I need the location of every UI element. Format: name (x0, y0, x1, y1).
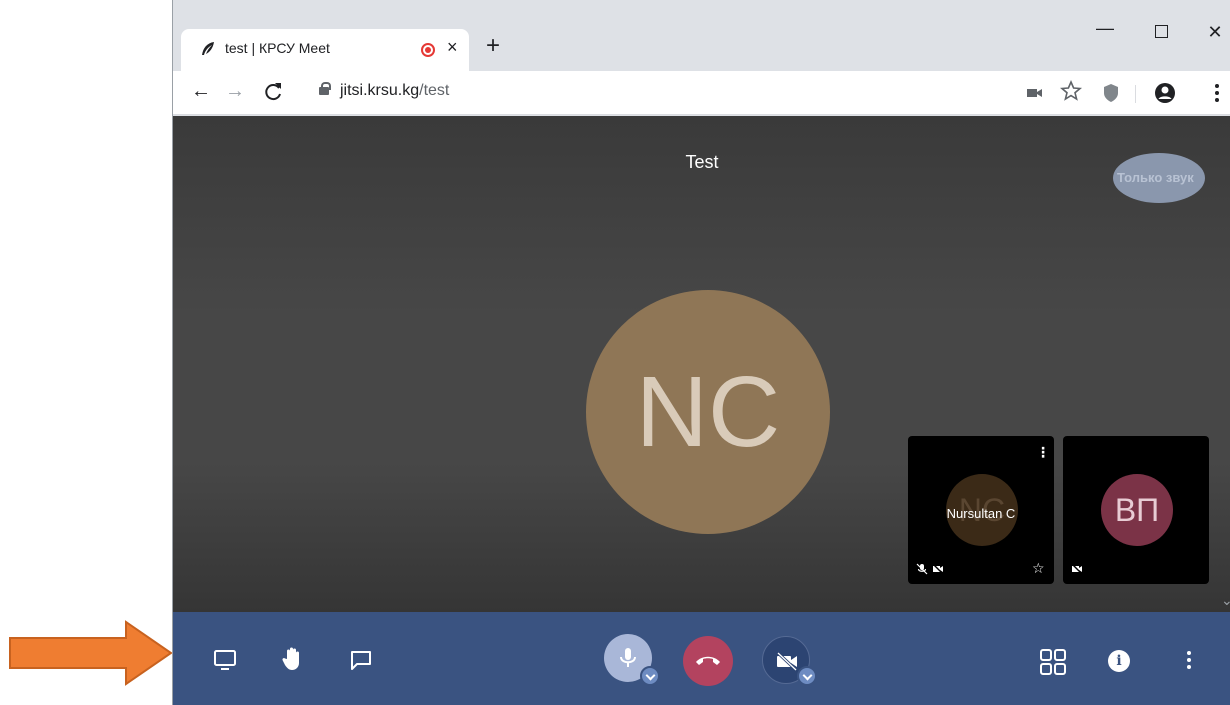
participant-thumbnail[interactable]: ВП (1063, 436, 1209, 584)
camera-icon[interactable] (1023, 81, 1047, 105)
maximize-icon (1154, 25, 1168, 38)
meeting-stage: Test Только звук NC NC Nursultan C ⋮ ☆ В… (173, 116, 1230, 612)
mic-options-button[interactable] (640, 666, 660, 686)
collapse-filmstrip-icon[interactable]: ⌄ (1221, 592, 1230, 609)
browser-tab[interactable]: test | КРСУ Meet × (181, 29, 469, 71)
star-icon[interactable] (1059, 79, 1083, 103)
tab-title: test | КРСУ Meet (225, 40, 330, 56)
room-title: Test (685, 152, 719, 172)
microphone-icon (620, 648, 636, 667)
tab-strip: test | КРСУ Meet × + — ✕ (173, 0, 1230, 71)
feather-icon (202, 42, 214, 55)
maximize-button[interactable] (1149, 22, 1173, 43)
back-button[interactable]: ← (189, 80, 213, 103)
recording-icon (421, 43, 435, 57)
hangup-icon (696, 656, 720, 665)
minimize-button[interactable]: — (1093, 18, 1117, 39)
main-speaker-avatar: NC (586, 290, 830, 534)
pin-star-icon[interactable]: ☆ (1032, 560, 1045, 577)
camera-off-icon (932, 563, 944, 575)
profile-icon[interactable] (1153, 81, 1177, 105)
camera-off-icon (1071, 563, 1083, 575)
meeting-toolbar: i (173, 612, 1230, 705)
participant-name: Nursultan C (946, 506, 1016, 521)
extension-icon[interactable] (1099, 81, 1123, 105)
reload-icon[interactable] (261, 80, 285, 104)
mic-muted-icon (916, 563, 928, 575)
screen-share-icon[interactable] (213, 649, 237, 671)
raise-hand-icon[interactable] (281, 646, 305, 672)
address-bar[interactable]: jitsi.krsu.kg/test (340, 82, 449, 100)
toolbar-separator (1135, 85, 1136, 103)
new-tab-button[interactable]: + (486, 32, 500, 60)
hangup-button[interactable] (683, 636, 733, 686)
camera-off-icon (776, 651, 798, 671)
url-path: /test (419, 82, 450, 99)
annotation-arrow (9, 620, 173, 686)
url-host: jitsi.krsu.kg (340, 82, 420, 99)
participant-status (1071, 563, 1083, 575)
participant-status (916, 563, 944, 575)
participant-avatar: ВП (1101, 474, 1173, 546)
thumbnail-menu-icon[interactable]: ⋮ (1036, 444, 1050, 461)
audio-only-label[interactable]: Только звук (1113, 153, 1205, 203)
lock-icon (319, 82, 331, 95)
chat-icon[interactable] (349, 649, 373, 671)
browser-menu-icon[interactable] (1205, 81, 1229, 105)
close-window-button[interactable]: ✕ (1203, 22, 1227, 43)
participant-thumbnail[interactable]: NC Nursultan C ⋮ ☆ (908, 436, 1054, 584)
info-icon[interactable]: i (1108, 650, 1130, 672)
screenshot: test | КРСУ Meet × + — ✕ ← → jitsi.krsu.… (0, 0, 1230, 705)
camera-options-button[interactable] (797, 666, 817, 686)
forward-button[interactable]: → (223, 80, 247, 103)
tile-view-icon[interactable] (1039, 648, 1067, 676)
browser-window: test | КРСУ Meet × + — ✕ ← → jitsi.krsu.… (172, 0, 1230, 705)
more-icon[interactable] (1181, 648, 1197, 674)
browser-toolbar: ← → jitsi.krsu.kg/test (173, 71, 1230, 115)
tab-close-icon[interactable]: × (447, 37, 458, 58)
